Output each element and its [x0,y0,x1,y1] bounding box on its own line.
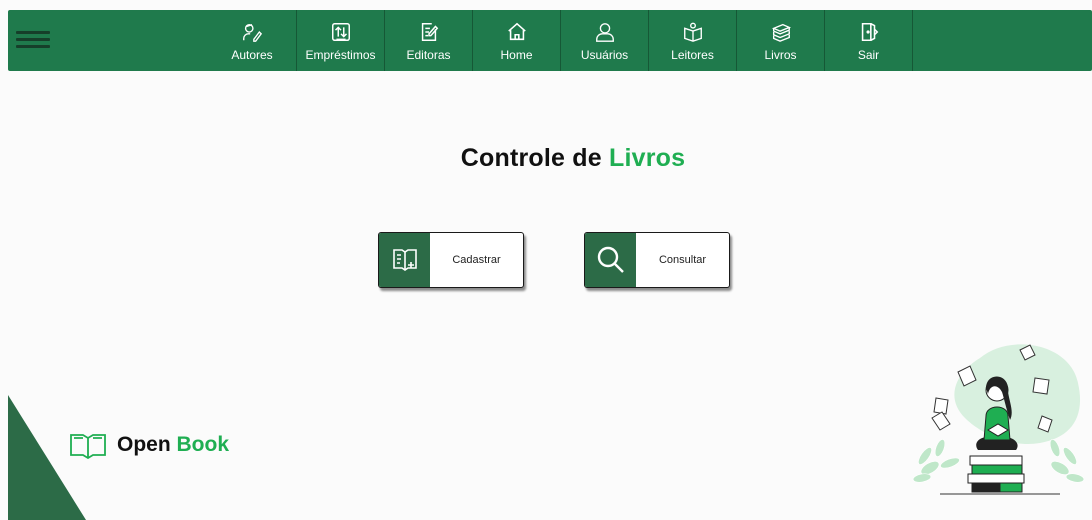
register-label: Cadastrar [452,254,501,266]
nav-label: Leitores [671,48,714,62]
nav-label: Sair [857,48,880,62]
reader-icon [682,21,704,43]
app-logo: Open Book [69,431,229,459]
nav-label: Empréstimos [305,48,376,62]
logo-accent: Book [176,433,230,456]
nav-item-livros[interactable]: Livros [737,10,825,71]
open-book-icon [70,434,106,459]
register-button[interactable]: Cadastrar [378,232,524,288]
logo-prefix: Open [117,433,171,456]
nav-item-autores[interactable]: Autores [208,10,297,71]
nav-label: Editoras [406,48,451,62]
logo-text: Open Book [117,433,229,457]
title-accent: Livros [609,144,686,172]
search-button[interactable]: Consultar [584,232,730,288]
home-icon [506,21,528,43]
nav-label: Usuários [580,48,629,62]
search-icon-box [585,233,636,287]
nav-item-home[interactable]: Home [473,10,561,71]
edit-document-icon [418,21,440,43]
books-icon [770,21,792,43]
nav-item-leitores[interactable]: Leitores [649,10,737,71]
register-icon-box [379,233,430,287]
exit-icon [858,21,880,43]
nav-item-sair[interactable]: Sair [825,10,913,71]
book-add-icon [392,249,417,271]
nav-item-usuarios[interactable]: Usuários [561,10,649,71]
nav-menu: Autores Empréstimos Editoras Home Usuári… [208,10,913,71]
search-icon [597,246,624,273]
swap-icon [330,21,352,43]
nav-item-editoras[interactable]: Editoras [385,10,473,71]
reader-illustration [912,344,1085,495]
hamburger-icon[interactable] [16,31,50,49]
nav-label: Autores [231,48,273,62]
user-icon [594,21,616,43]
page-title: Controle de Livros [0,144,1092,173]
top-navbar: Autores Empréstimos Editoras Home Usuári… [8,10,1092,71]
nav-item-emprestimos[interactable]: Empréstimos [297,10,385,71]
title-prefix: Controle de [460,144,602,172]
authors-icon [241,21,263,43]
nav-label: Livros [764,48,797,62]
nav-label: Home [500,48,533,62]
search-label: Consultar [658,254,707,266]
